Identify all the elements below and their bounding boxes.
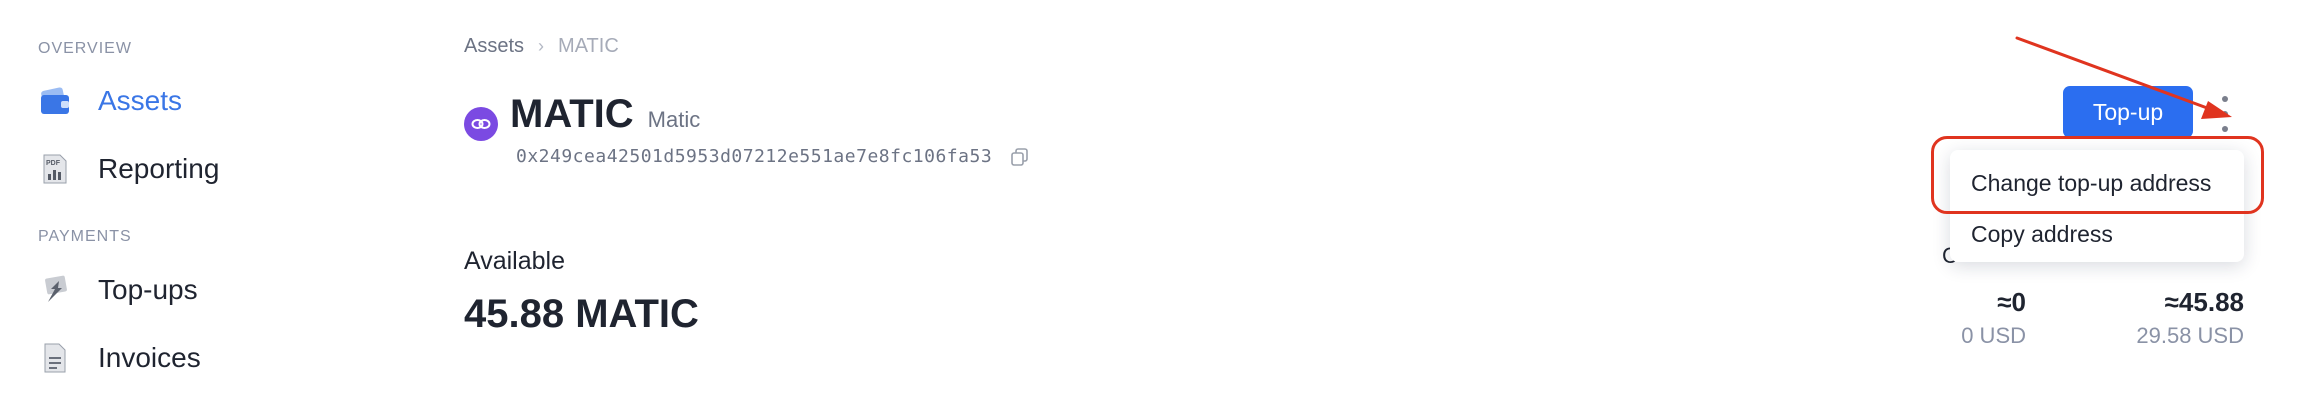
menu-item-copy-address[interactable]: Copy address xyxy=(1971,221,2113,248)
page-title: MATIC xyxy=(510,92,634,136)
wallet-icon xyxy=(38,84,72,118)
available-balance: 45.88 MATIC xyxy=(464,292,699,336)
polygon-icon xyxy=(464,107,498,141)
sidebar-item-topups[interactable]: Top-ups xyxy=(38,266,198,314)
invoice-icon xyxy=(38,341,72,375)
sidebar-item-label: Invoices xyxy=(98,342,201,373)
svg-text:PDF: PDF xyxy=(46,160,61,167)
asset-header: MATIC Matic xyxy=(464,92,701,141)
topup-button[interactable]: Top-up xyxy=(2063,86,2193,138)
sidebar-item-invoices[interactable]: Invoices xyxy=(38,334,201,382)
menu-item-change-topup-address[interactable]: Change top-up address xyxy=(1971,170,2211,197)
asset-name: Matic xyxy=(647,107,701,132)
wallet-address: 0x249cea42501d5953d07212e551ae7e8fc106fa… xyxy=(516,146,993,167)
more-actions-menu: Change top-up address Copy address xyxy=(1950,150,2244,262)
sidebar-item-assets[interactable]: Assets xyxy=(38,77,182,125)
kebab-menu-icon[interactable] xyxy=(2215,96,2235,132)
breadcrumb: Assets › MATIC xyxy=(464,35,619,58)
sidebar-item-label: Top-ups xyxy=(98,274,198,305)
sidebar-item-reporting[interactable]: PDF Reporting xyxy=(38,145,219,193)
approx-value: ≈0 xyxy=(1997,287,2026,317)
sidebar-item-label: Reporting xyxy=(98,153,220,184)
usd-value: 29.58 USD xyxy=(2136,323,2244,348)
sidebar-item-label: Assets xyxy=(98,85,183,116)
breadcrumb-root-link[interactable]: Assets xyxy=(464,35,524,58)
breadcrumb-current: MATIC xyxy=(558,35,619,57)
usd-value: 0 USD xyxy=(1961,323,2026,348)
copy-icon[interactable] xyxy=(1010,147,1030,167)
section-label-payments: PAYMENTS xyxy=(38,228,132,245)
available-label: Available xyxy=(464,247,566,275)
section-label-overview: OVERVIEW xyxy=(38,40,132,57)
sidebar: OVERVIEW Assets PDF Reporting PAYMENTS T… xyxy=(0,0,420,403)
topup-arrow-icon xyxy=(38,273,72,307)
address-row: 0x249cea42501d5953d07212e551ae7e8fc106fa… xyxy=(516,146,1030,167)
chevron-right-icon: › xyxy=(538,36,545,56)
approx-value: ≈45.88 xyxy=(2164,287,2244,317)
pdf-report-icon: PDF xyxy=(38,152,72,186)
